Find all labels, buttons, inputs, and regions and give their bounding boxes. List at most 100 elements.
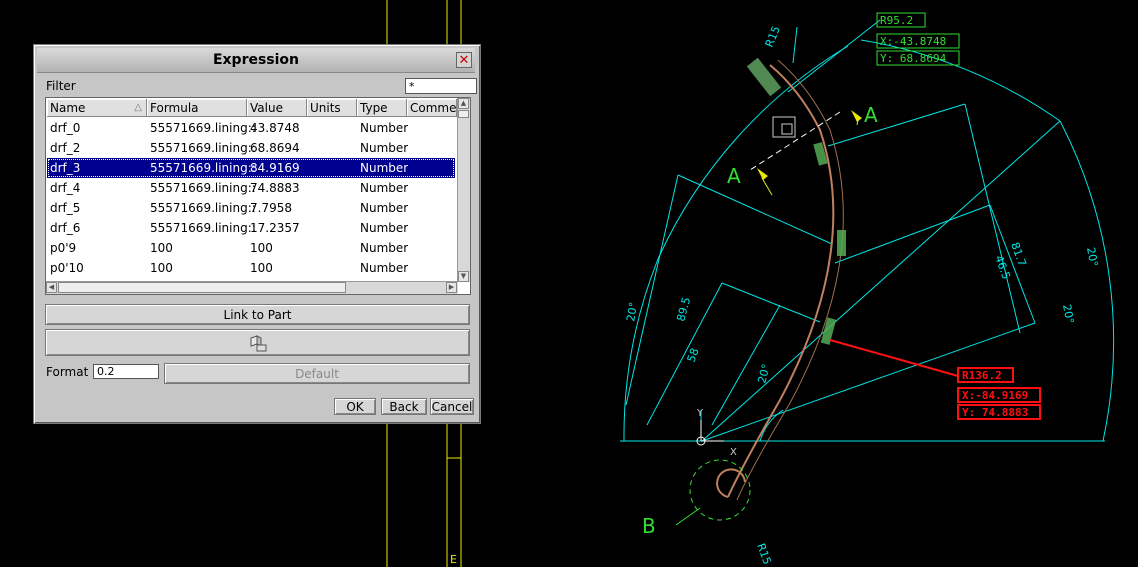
vertical-scrollbar[interactable]: ▲ ▼ — [457, 98, 470, 282]
angle-label-2: 20° — [755, 363, 773, 385]
red-callout-x: X:-84.9169 — [962, 389, 1028, 402]
sort-arrow-icon: △ — [134, 102, 142, 113]
detail-b-mark: B — [642, 459, 751, 538]
cell-formula: 55571669.lining:: — [150, 121, 256, 135]
cell-value: 100 — [250, 261, 273, 275]
vertical-scroll-thumb[interactable] — [458, 110, 469, 118]
horizontal-scrollbar[interactable]: ◀ ▶ — [46, 281, 458, 294]
table-row[interactable]: drf_3 55571669.lining:: 84.9169 Number — [47, 158, 455, 178]
cell-name: drf_5 — [50, 201, 81, 215]
cell-formula: 100 — [150, 241, 173, 255]
cell-value: 7.7958 — [250, 201, 292, 215]
cell-type: Number — [360, 141, 409, 155]
cell-value: 84.9169 — [250, 161, 300, 175]
green-callout: R95.2 X:-43.8748 Y: 68.8694 — [876, 12, 960, 66]
cell-name: p0'10 — [50, 261, 84, 275]
filter-label: Filter — [46, 79, 76, 93]
green-callout-x: X:-43.8748 — [880, 35, 946, 48]
cell-value: 17.2357 — [250, 221, 300, 235]
default-button[interactable]: Default — [164, 363, 470, 384]
dialog-title: Expression — [212, 52, 300, 68]
cell-formula: 55571669.lining:: — [150, 201, 256, 215]
table-row[interactable]: drf_5 55571669.lining:: 7.7958 Number — [47, 198, 455, 218]
ruler-letter: E — [450, 553, 457, 566]
cancel-button[interactable]: Cancel — [430, 398, 474, 415]
axis-x-label: X — [730, 447, 737, 458]
cell-value: 100 — [250, 241, 273, 255]
filter-input[interactable] — [405, 78, 477, 94]
cell-formula: 55571669.lining:: — [150, 141, 256, 155]
cell-name: drf_4 — [50, 181, 81, 195]
column-header-value[interactable]: Value — [247, 99, 307, 117]
cell-type: Number — [360, 221, 409, 235]
table-row[interactable]: drf_4 55571669.lining:: 74.8883 Number — [47, 178, 455, 198]
coordinate-axes — [696, 420, 724, 446]
red-callout: R136.2 X:-84.9169 Y: 74.8883 — [957, 367, 1041, 420]
table-row[interactable]: drf_0 55571669.lining:: 43.8748 Number — [47, 118, 455, 138]
red-callout-radius: R136.2 — [962, 369, 1002, 382]
dim-label-89-5: 89.5 — [674, 296, 693, 323]
close-button[interactable]: ✕ — [456, 52, 472, 68]
expression-icon-button[interactable] — [45, 329, 470, 356]
detail-mark-b: B — [642, 514, 656, 538]
cell-name: drf_3 — [50, 161, 81, 175]
cell-type: Number — [360, 161, 409, 175]
red-callout-y: Y: 74.8883 — [962, 406, 1028, 419]
angle-label-3: 20° — [1084, 246, 1100, 267]
green-callout-radius: R95.2 — [880, 14, 913, 27]
dialog-titlebar[interactable]: Expression ✕ — [37, 48, 475, 73]
section-mark-a-top: A — [864, 103, 878, 127]
dimension-lines — [620, 19, 1115, 442]
section-mark-a-left: A — [727, 164, 741, 188]
close-icon: ✕ — [458, 53, 470, 68]
cell-formula: 55571669.lining:: — [150, 181, 256, 195]
cell-name: drf_6 — [50, 221, 81, 235]
cell-formula: 55571669.lining:: — [150, 161, 256, 175]
cell-name: p0'9 — [50, 241, 77, 255]
cell-value: 68.8694 — [250, 141, 300, 155]
column-header-comment[interactable]: Commer — [407, 99, 457, 117]
red-leader-line — [829, 339, 959, 377]
horizontal-scroll-thumb[interactable] — [58, 282, 346, 293]
column-header-units[interactable]: Units — [307, 99, 357, 117]
expression-table[interactable]: Name △ Formula Value Units Type Commer dr… — [45, 97, 471, 295]
cell-type: Number — [360, 241, 409, 255]
table-row[interactable]: p0'10 100 100 Number — [47, 258, 455, 278]
table-row[interactable]: drf_2 55571669.lining:: 68.8694 Number — [47, 138, 455, 158]
dim-label-81-7: 81.7 — [1008, 241, 1029, 268]
expression-object-icon — [250, 334, 266, 351]
angle-label-4: 20° — [1060, 303, 1076, 324]
green-callout-y: Y: 68.8694 — [880, 52, 947, 65]
dimension-text: R15 R15 20° 20° 20° 20° 89.5 58 46.5 81.… — [624, 24, 1100, 566]
scroll-up-icon[interactable]: ▲ — [458, 98, 469, 109]
cell-type: Number — [360, 121, 409, 135]
back-button[interactable]: Back — [381, 398, 427, 415]
format-label: Format — [46, 365, 89, 379]
format-input[interactable] — [93, 364, 159, 379]
scroll-down-icon[interactable]: ▼ — [458, 271, 469, 282]
cell-value: 74.8883 — [250, 181, 300, 195]
table-row[interactable]: drf_6 55571669.lining:: 17.2357 Number — [47, 218, 455, 238]
expression-dialog: Expression ✕ Filter Name△ Formula Value … — [33, 44, 481, 424]
column-header-formula[interactable]: Formula — [147, 99, 247, 117]
column-header-type[interactable]: Type — [357, 99, 407, 117]
cell-formula: 55571669.lining:: — [150, 221, 256, 235]
scroll-left-icon[interactable]: ◀ — [46, 282, 57, 293]
link-to-part-button[interactable]: Link to Part — [45, 304, 470, 325]
cell-value: 43.8748 — [250, 121, 300, 135]
radius-label-top: R15 — [763, 24, 783, 49]
column-header-name[interactable]: Name △ — [47, 99, 147, 117]
cell-name: drf_2 — [50, 141, 81, 155]
cell-name: drf_0 — [50, 121, 81, 135]
radius-label-bottom: R15 — [754, 542, 774, 567]
scroll-right-icon[interactable]: ▶ — [446, 282, 457, 293]
cell-formula: 100 — [150, 261, 173, 275]
cell-type: Number — [360, 201, 409, 215]
section-marks: A A — [727, 103, 878, 196]
lining-part — [716, 57, 846, 501]
cell-type: Number — [360, 261, 409, 275]
table-row[interactable]: p0'9 100 100 Number — [47, 238, 455, 258]
ok-button[interactable]: OK — [334, 398, 376, 415]
cell-type: Number — [360, 181, 409, 195]
axis-y-label: Y — [696, 408, 704, 419]
